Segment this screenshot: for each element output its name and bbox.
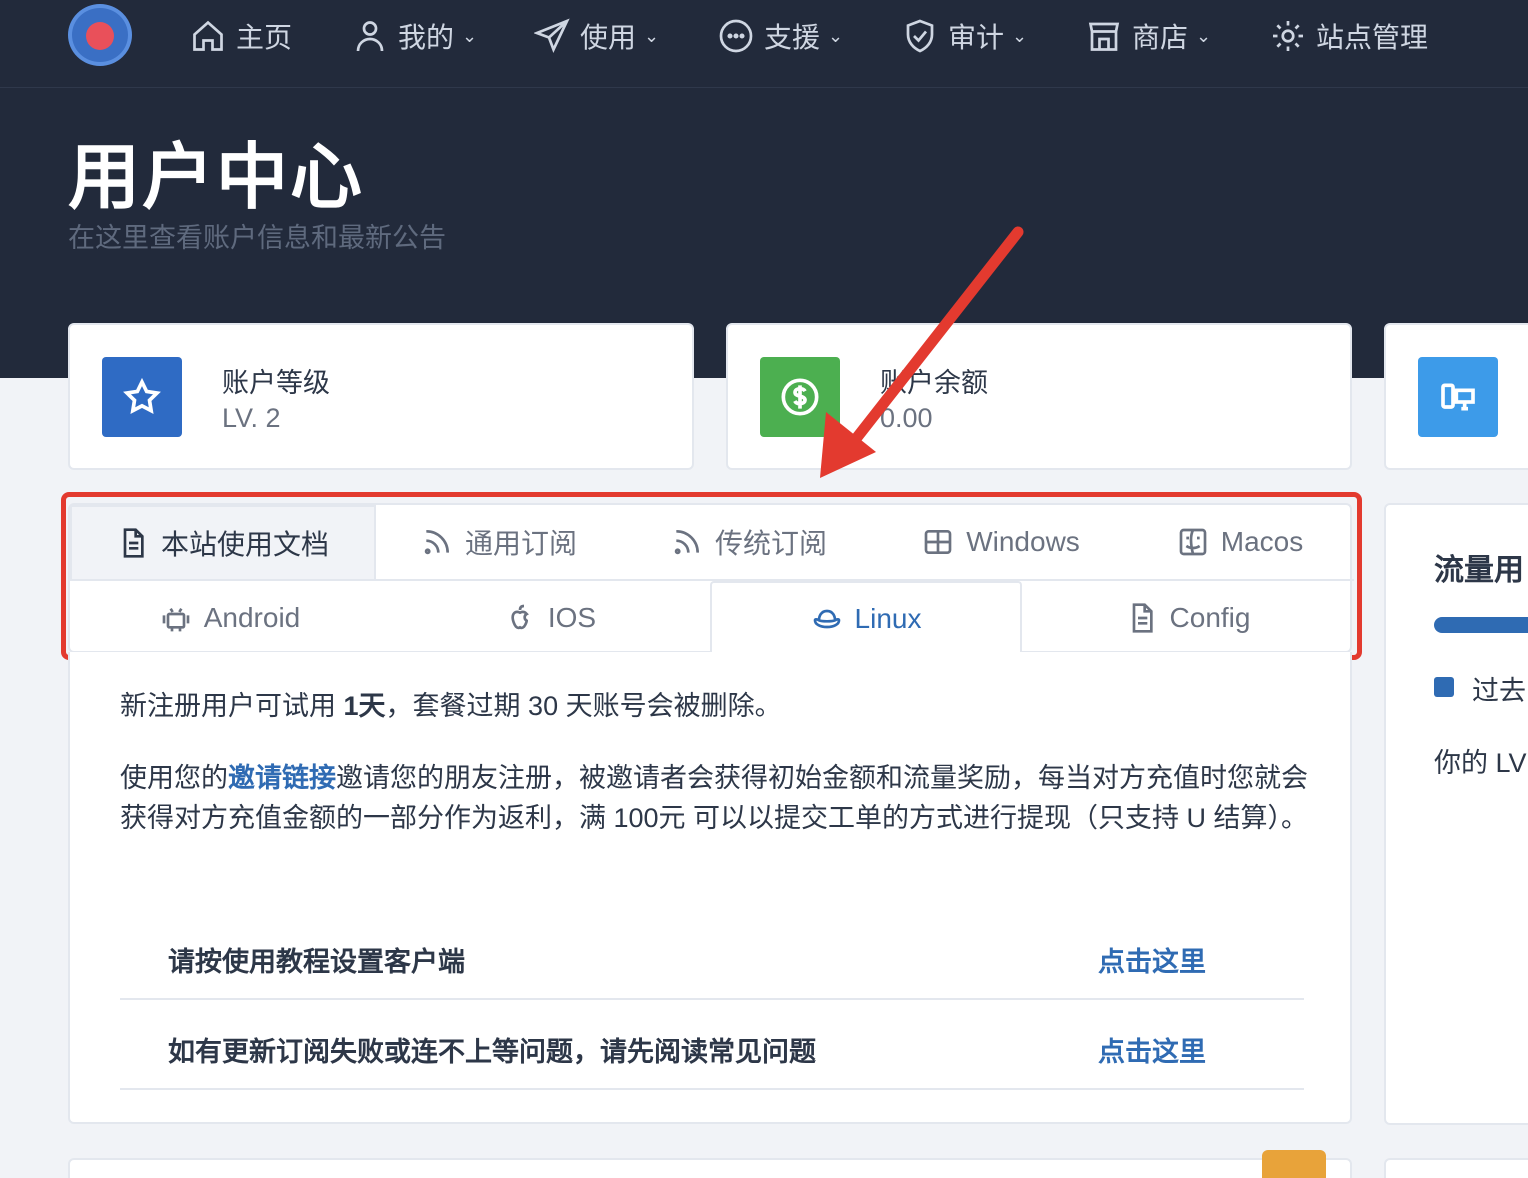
- paper-plane-icon: [534, 18, 570, 53]
- bottom-card-right: [1384, 1158, 1528, 1178]
- tab-site-docs[interactable]: 本站使用文档: [70, 505, 376, 579]
- invite-notice: 使用您的邀请链接邀请您的朋友注册，被邀请者会获得初始金额和流量奖励，每当对方充值…: [120, 758, 1310, 838]
- nav-mine[interactable]: 我的 ⌄: [352, 10, 477, 62]
- rss-icon: [424, 530, 449, 555]
- tutorial-link[interactable]: 点击这里: [1098, 940, 1206, 979]
- tab-universal-sub[interactable]: 通用订阅: [376, 505, 622, 579]
- chevron-down-icon: ⌄: [828, 25, 844, 46]
- tab-android[interactable]: Android: [70, 581, 390, 655]
- table-row: 请按使用教程设置客户端 点击这里: [120, 910, 1304, 1000]
- row-label: 如有更新订阅失败或连不上等问题，请先阅读常见问题: [168, 1037, 816, 1067]
- trial-text-end: ，套餐过期 30 天账号会被删除。: [385, 691, 782, 721]
- top-navbar: 主页 我的 ⌄ 使用 ⌄ 支援 ⌄ 审计 ⌄ 商店 ⌄ 站点管理: [0, 0, 1528, 88]
- devices-icon: [1418, 357, 1498, 437]
- logo-mark: [86, 22, 114, 50]
- nav-site-admin[interactable]: 站点管理: [1270, 10, 1428, 62]
- star-icon: [102, 357, 182, 437]
- chevron-down-icon: ⌄: [1012, 25, 1028, 46]
- tab-linux[interactable]: Linux: [710, 581, 1022, 655]
- document-icon: [1132, 603, 1153, 633]
- nav-audit[interactable]: 审计 ⌄: [902, 10, 1027, 62]
- trial-days: 1天: [343, 691, 386, 721]
- tab-label: Linux: [854, 603, 922, 634]
- finder-icon: [1179, 528, 1207, 556]
- stat-card-level: 账户等级 LV. 2: [68, 323, 694, 470]
- invite-text: 使用您的: [120, 763, 228, 793]
- nav-audit-label: 审计: [948, 22, 1005, 53]
- invite-link[interactable]: 邀请链接: [228, 763, 336, 793]
- tab-windows[interactable]: Windows: [876, 505, 1126, 579]
- dollar-icon: [760, 357, 840, 437]
- legend-swatch: [1434, 677, 1454, 697]
- nav-use-label: 使用: [580, 22, 637, 53]
- nav-store[interactable]: 商店 ⌄: [1086, 10, 1211, 62]
- store-icon: [1088, 22, 1120, 51]
- nav-store-label: 商店: [1132, 22, 1189, 53]
- stat-value: LV. 2: [222, 403, 281, 433]
- tab-label: Android: [203, 602, 301, 633]
- tab-macos[interactable]: Macos: [1126, 505, 1354, 579]
- row-label: 请按使用教程设置客户端: [168, 947, 465, 977]
- platform-tabs: 本站使用文档 通用订阅 传统订阅 Windows Macos Android I…: [68, 503, 1354, 655]
- nav-site-admin-label: 站点管理: [1316, 22, 1429, 53]
- document-icon: [123, 528, 144, 558]
- stat-label: 账户余额: [880, 368, 988, 398]
- nav-home[interactable]: 主页: [190, 10, 292, 62]
- site-logo[interactable]: [68, 4, 132, 66]
- redhat-icon: [813, 609, 840, 629]
- gear-icon: [1273, 21, 1303, 51]
- trial-notice: 新注册用户可试用 1天，套餐过期 30 天账号会被删除。: [120, 686, 1310, 726]
- tab-config[interactable]: Config: [1022, 581, 1354, 655]
- user-icon: [356, 21, 384, 52]
- android-icon: [162, 607, 190, 632]
- tab-content-panel: 新注册用户可试用 1天，套餐过期 30 天账号会被删除。 使用您的邀请链接邀请您…: [68, 652, 1352, 1124]
- bottom-card: [68, 1158, 1352, 1178]
- faq-link[interactable]: 点击这里: [1098, 1030, 1206, 1069]
- tab-label: IOS: [547, 602, 597, 633]
- tab-label: 通用订阅: [464, 528, 577, 559]
- traffic-bar: [1434, 617, 1528, 633]
- nav-mine-label: 我的: [398, 22, 455, 53]
- tab-label: Windows: [966, 526, 1080, 557]
- rss-icon: [674, 530, 699, 555]
- tab-ios[interactable]: IOS: [390, 581, 710, 655]
- announcement-badge[interactable]: [1262, 1150, 1326, 1178]
- tab-label: 本站使用文档: [160, 529, 329, 560]
- home-icon: [193, 20, 223, 51]
- nav-home-label: 主页: [236, 22, 293, 53]
- windows-icon: [924, 530, 952, 554]
- apple-icon: [511, 604, 529, 630]
- tab-legacy-sub[interactable]: 传统订阅: [622, 505, 876, 579]
- traffic-title: 流量用: [1434, 554, 1524, 587]
- shield-check-icon: [906, 19, 934, 53]
- chat-dots-icon: [719, 19, 753, 53]
- page-title: 用户中心: [68, 138, 365, 218]
- nav-support[interactable]: 支援 ⌄: [718, 10, 843, 62]
- stat-card-balance: 账户余额 0.00: [726, 323, 1352, 470]
- trial-text: 新注册用户可试用: [120, 691, 344, 721]
- tab-label: 传统订阅: [714, 528, 827, 559]
- tab-label: Config: [1169, 602, 1251, 633]
- chevron-down-icon: ⌄: [1196, 25, 1212, 46]
- stat-value: 0.00: [880, 403, 933, 433]
- traffic-usage-card: 流量用 过去 你的 LV: [1384, 503, 1528, 1125]
- nav-support-label: 支援: [764, 22, 821, 53]
- legend-label: 过去: [1472, 676, 1526, 706]
- page-subtitle: 在这里查看账户信息和最新公告: [68, 223, 446, 253]
- chevron-down-icon: ⌄: [462, 25, 478, 46]
- tab-label: Macos: [1220, 526, 1304, 557]
- chevron-down-icon: ⌄: [644, 25, 660, 46]
- stat-label: 账户等级: [222, 368, 330, 398]
- stat-card-devices: [1384, 323, 1528, 470]
- table-row: 如有更新订阅失败或连不上等问题，请先阅读常见问题 点击这里: [120, 1000, 1304, 1090]
- nav-use[interactable]: 使用 ⌄: [534, 10, 659, 62]
- level-note: 你的 LV: [1434, 748, 1527, 778]
